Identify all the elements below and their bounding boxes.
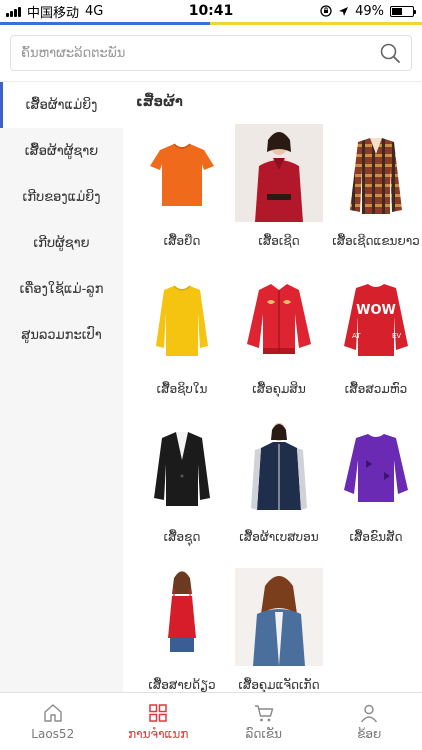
- tab-label: ລົດເຂັນ: [245, 727, 282, 741]
- status-left: 中国移动 4G: [0, 2, 150, 21]
- search-input[interactable]: [21, 45, 379, 61]
- search-box[interactable]: [10, 35, 412, 71]
- product-tile[interactable]: ເສື້ອຍືດ: [136, 124, 228, 272]
- red-pullover-icon: WOW AT EV: [332, 272, 420, 370]
- product-label: ເສື້ອຊຸດ: [163, 530, 201, 544]
- sidebar-item-label: ເສື້ອຜ້າຜູ້ຊາຍ: [24, 143, 99, 159]
- sidebar-item-label: ເກີບຜູ້ຊາຍ: [33, 235, 90, 251]
- signal-strength-icon: [6, 6, 21, 17]
- search-icon[interactable]: [379, 42, 401, 64]
- search-bar: [0, 25, 422, 81]
- carrier-name: 中国移动: [27, 5, 80, 21]
- purple-sweater-icon: [332, 420, 420, 518]
- product-label: ເສື້ອສວມຫົວ: [344, 382, 408, 396]
- red-blouse-icon: [235, 124, 323, 222]
- product-label: ເສື້ອເຊີດ: [258, 234, 300, 248]
- svg-text:EV: EV: [392, 332, 401, 340]
- category-grid-icon: [149, 704, 167, 722]
- product-label: ເສື້ອຊິບໃນ: [156, 382, 208, 396]
- product-tile[interactable]: ເສື້ອຜ້າເບສບອນ: [233, 420, 325, 568]
- cart-icon: [254, 705, 273, 722]
- sidebar-item-label: ເສື້ອຜ້າແມ່ຍິງ: [25, 97, 98, 113]
- product-label: ເສື້ອຍືດ: [163, 234, 201, 248]
- sidebar-item-mother-baby[interactable]: ເຄື່ອງໃຊ້ແມ່-ລູກ: [0, 266, 123, 312]
- plaid-shirt-icon: [332, 124, 420, 222]
- product-label: ເສື້ອສາຍດ້ຽວ: [148, 678, 216, 692]
- product-tile[interactable]: WOW AT EV ເສື້ອສວມຫົວ: [330, 272, 422, 420]
- baseball-jacket-icon: [235, 420, 323, 518]
- tab-label: ການຈຳແນກ: [128, 727, 189, 741]
- sidebar-item-womens-shoes[interactable]: ເກີບຂອງແມ່ຍິງ: [0, 174, 123, 220]
- red-bomber-icon: [235, 272, 323, 370]
- sidebar-item-womens-clothing[interactable]: ເສື້ອຜ້າແມ່ຍິງ: [0, 82, 123, 128]
- product-grid: ເສື້ອຍືດ ເສື້ອເຊີດ ເສື້ອເຊີດແຂນຍາວ ເສື້ອ…: [123, 124, 422, 692]
- sidebar-item-mens-clothing[interactable]: ເສື້ອຜ້າຜູ້ຊາຍ: [0, 128, 123, 174]
- svg-text:WOW: WOW: [356, 303, 396, 318]
- tab-category[interactable]: ການຈຳແນກ: [106, 693, 212, 750]
- product-tile[interactable]: ເສື້ອສາຍດ້ຽວ: [136, 568, 228, 692]
- sidebar-item-label: ສູນລວມກະເປົາ: [21, 327, 102, 343]
- home-icon: [44, 704, 62, 722]
- product-label: ເສື້ອເຊີດແຂນຍາວ: [332, 234, 420, 248]
- yellow-sweater-icon: [138, 272, 226, 370]
- category-content: ເສື້ອຜ້າ ເສື້ອຍືດ ເສື້ອເຊີດ ເສື້ອເຊີດແຂນ: [123, 81, 422, 692]
- sidebar-item-bags[interactable]: ສູນລວມກະເປົາ: [0, 312, 123, 358]
- product-tile[interactable]: ເສື້ອຊຸດ: [136, 420, 228, 568]
- black-suit-icon: [138, 420, 226, 518]
- product-tile[interactable]: ເສື້ອຄຸມແຈັດເກັດ: [233, 568, 325, 692]
- orange-tshirt-icon: [138, 124, 226, 222]
- bottom-tab-bar: Laos52 ການຈຳແນກ ລົດເຂັນ ຂ້ອຍ: [0, 692, 422, 750]
- product-tile[interactable]: ເສື້ອເຊີດແຂນຍາວ: [330, 124, 422, 272]
- product-tile[interactable]: ເສື້ອຊິບໃນ: [136, 272, 228, 420]
- product-tile[interactable]: ເສື້ອຂົນສັດ: [330, 420, 422, 568]
- tab-cart[interactable]: ລົດເຂັນ: [211, 693, 317, 750]
- sidebar-item-label: ເກີບຂອງແມ່ຍິງ: [22, 189, 101, 205]
- denim-jacket-icon: [235, 568, 323, 666]
- tab-home[interactable]: Laos52: [0, 693, 106, 750]
- product-label: ເສື້ອຜ້າເບສບອນ: [239, 530, 319, 544]
- section-title: ເສື້ອຜ້າ: [136, 95, 183, 110]
- network-type: 4G: [85, 3, 104, 19]
- tab-label: ຂ້ອຍ: [357, 727, 382, 741]
- user-icon: [361, 704, 378, 723]
- product-label: ເສື້ອຄຸມສິນ: [252, 382, 306, 396]
- status-bar: 中国移动 4G 10:41 49%: [0, 0, 422, 22]
- product-tile[interactable]: ເສື້ອຄຸມສິນ: [233, 272, 325, 420]
- sidebar-item-mens-shoes[interactable]: ເກີບຜູ້ຊາຍ: [0, 220, 123, 266]
- svg-text:AT: AT: [352, 332, 361, 340]
- product-tile[interactable]: ເສື້ອເຊີດ: [233, 124, 325, 272]
- category-sidebar: ເສື້ອຜ້າແມ່ຍິງ ເສື້ອຜ້າຜູ້ຊາຍ ເກີບຂອງແມ່…: [0, 81, 123, 692]
- product-label: ເສື້ອຄຸມແຈັດເກັດ: [238, 678, 320, 692]
- battery-icon: [390, 5, 416, 17]
- product-label: ເສື້ອຂົນສັດ: [349, 530, 403, 544]
- status-right: 49%: [320, 0, 416, 22]
- sidebar-item-label: ເຄື່ອງໃຊ້ແມ່-ລູກ: [19, 281, 104, 297]
- battery-percent: 49%: [355, 3, 384, 19]
- tab-profile[interactable]: ຂ້ອຍ: [317, 693, 422, 750]
- location-arrow-icon: [339, 6, 349, 16]
- rotation-lock-icon: [320, 5, 332, 17]
- tab-label: Laos52: [31, 727, 75, 741]
- battery-level: [392, 7, 402, 15]
- red-camisole-icon: [138, 568, 226, 666]
